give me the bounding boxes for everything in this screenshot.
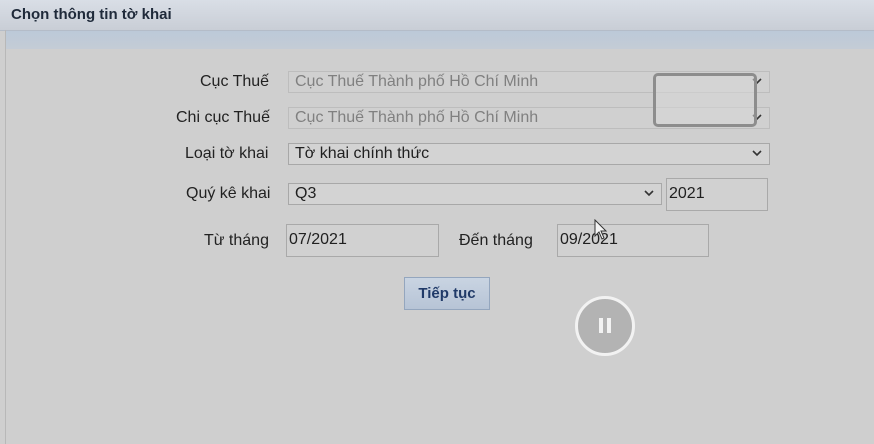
page-title: Chọn thông tin tờ khai: [11, 6, 172, 23]
chi-cuc-thue-value: Cục Thuế Thành phố Hồ Chí Minh: [295, 109, 539, 126]
loai-to-khai-value: Tờ khai chính thức: [295, 145, 430, 162]
den-thang-label: Đến tháng: [459, 232, 533, 249]
mouse-cursor-icon: [594, 218, 608, 246]
chevron-down-icon: [643, 187, 655, 199]
cuc-thue-value: Cục Thuế Thành phố Hồ Chí Minh: [295, 73, 539, 90]
loai-to-khai-label: Loại tờ khai: [185, 145, 269, 162]
tu-thang-input[interactable]: 07/2021: [286, 224, 439, 257]
year-input[interactable]: 2021: [666, 178, 768, 211]
pause-button[interactable]: [575, 296, 635, 356]
quy-ke-khai-select[interactable]: Q3: [288, 183, 662, 205]
panel-header: Chọn thông tin tờ khai: [0, 0, 874, 31]
cuc-thue-label: Cục Thuế: [200, 73, 270, 90]
chevron-down-icon: [751, 147, 763, 159]
left-border: [5, 30, 6, 444]
chi-cuc-thue-label: Chi cục Thuế: [176, 109, 270, 126]
highlight-box: [653, 73, 757, 127]
quy-ke-khai-value: Q3: [295, 185, 317, 202]
den-thang-input[interactable]: 09/2021: [557, 224, 709, 257]
tu-thang-label: Từ tháng: [204, 232, 269, 249]
quy-ke-khai-label: Quý kê khai: [186, 185, 271, 202]
continue-button[interactable]: Tiếp tục: [404, 277, 490, 310]
loai-to-khai-select[interactable]: Tờ khai chính thức: [288, 143, 770, 165]
header-strip: [6, 31, 874, 49]
